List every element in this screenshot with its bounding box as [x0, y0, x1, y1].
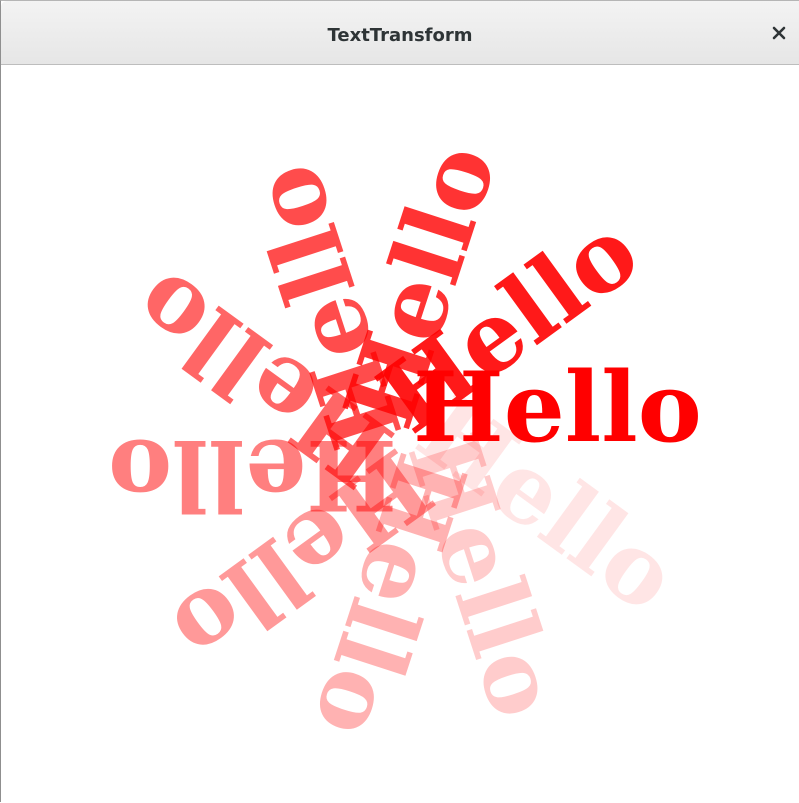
- close-icon: [772, 26, 786, 40]
- drawing-area: Hello Hello Hello Hello Hello Hello Hello Hello…: [1, 65, 799, 803]
- close-button[interactable]: [765, 19, 793, 47]
- window-title: TextTransform: [327, 25, 473, 46]
- hello-text-0: Hello: [413, 351, 702, 464]
- title-bar[interactable]: TextTransform: [1, 1, 799, 65]
- rotated-text-canvas: HelloHelloHelloHelloHelloHelloHelloHello…: [108, 131, 702, 751]
- app-window: TextTransform Hello Hello Hello Hello Hello H…: [0, 0, 799, 803]
